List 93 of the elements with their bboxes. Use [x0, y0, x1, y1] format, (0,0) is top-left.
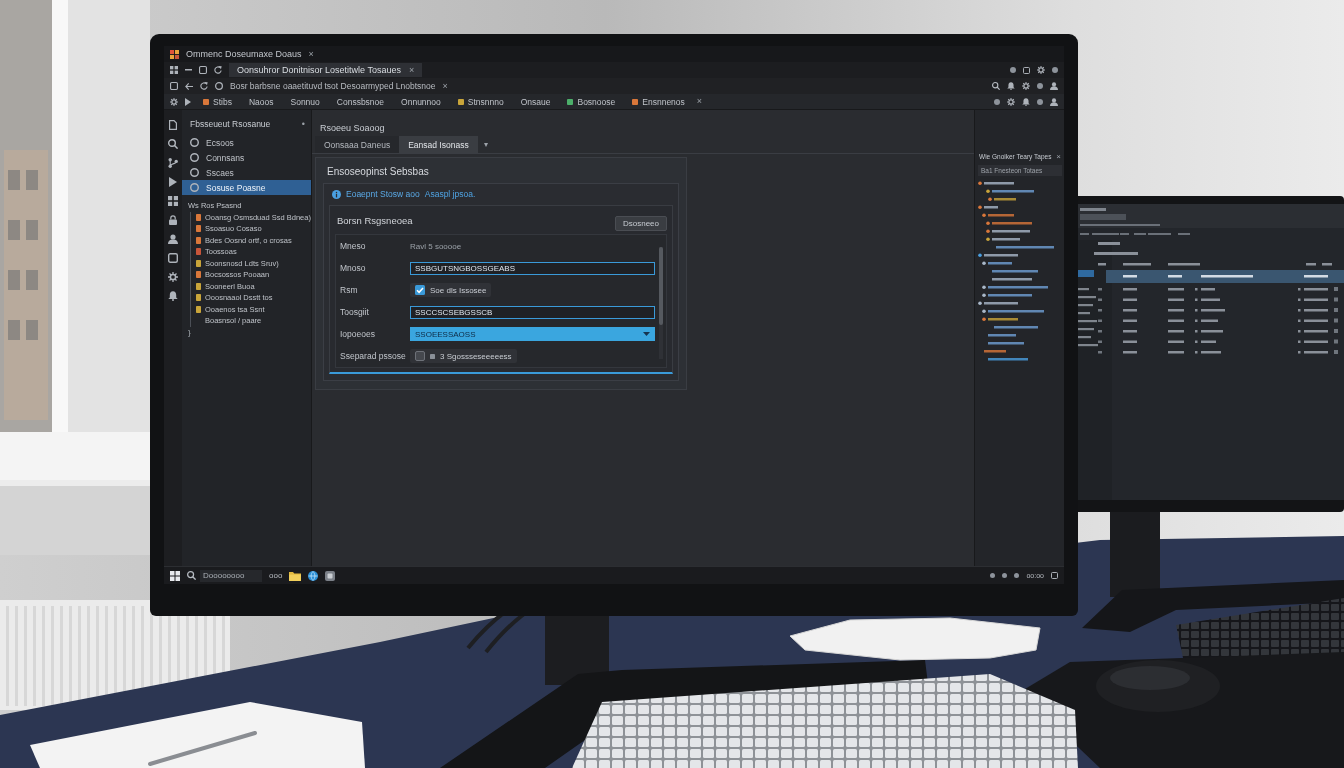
squares-logo-icon — [170, 49, 179, 59]
close-button[interactable]: × — [696, 97, 703, 106]
search-icon[interactable] — [168, 139, 178, 149]
close-button[interactable]: × — [408, 65, 415, 75]
search-icon[interactable] — [992, 82, 1000, 90]
panel-title: Ensoseopinst Sebsbas — [326, 165, 430, 179]
menu-item[interactable]: Ensnnenos — [627, 96, 690, 107]
field-label: Iopoeoes — [340, 329, 376, 339]
text-field[interactable]: SSCCSCSEBGSSCB — [410, 305, 655, 319]
taskbar-label: ooo — [269, 571, 283, 580]
bell-icon[interactable] — [168, 291, 178, 301]
close-button[interactable]: × — [442, 81, 448, 91]
sidebar-item[interactable]: Sosuse Poasne — [182, 180, 311, 195]
square-icon — [1051, 572, 1058, 579]
square-icon[interactable] — [170, 82, 178, 90]
close-button[interactable]: × — [1056, 152, 1061, 161]
tab-menu-button[interactable]: ▾ — [477, 136, 494, 153]
search-icon[interactable] — [187, 571, 196, 580]
sidebar-title: Fbsseueut Rsosanue — [190, 119, 271, 129]
menu-item[interactable]: Sonnuo — [285, 96, 325, 107]
circle-icon[interactable] — [1010, 67, 1016, 73]
square-icon[interactable] — [1023, 66, 1030, 74]
ring-icon[interactable] — [215, 82, 223, 90]
sidebar-item[interactable]: Ecsoos — [182, 135, 311, 150]
circle-icon[interactable] — [1052, 67, 1058, 73]
document-icon[interactable] — [169, 120, 177, 130]
circle-icon[interactable] — [1037, 98, 1043, 105]
notice-link[interactable]: Asaspl jpsoa. — [424, 189, 476, 199]
setting-value: Ravl 5 sooooe — [410, 241, 462, 251]
field-label: Mnoso — [340, 263, 367, 273]
close-button[interactable]: × — [308, 49, 314, 59]
globe-icon[interactable] — [308, 570, 319, 581]
field-label: Toosgiit — [340, 307, 370, 317]
checkbox[interactable] — [415, 285, 425, 295]
play-icon[interactable] — [169, 177, 177, 187]
section-title: Rsoeeu Soaoog — [320, 123, 385, 133]
person-icon[interactable] — [1050, 82, 1058, 90]
lock-icon[interactable] — [169, 215, 177, 225]
play-icon[interactable] — [185, 97, 191, 106]
minus-icon[interactable] — [185, 69, 192, 71]
left-arrow-icon[interactable] — [185, 82, 193, 90]
app-tile-icon[interactable] — [325, 570, 336, 581]
grid-icon[interactable] — [168, 196, 178, 206]
file-path-text: Bosr barbsne oaaetituvd tsot Desoarmyped Lnobtsnoe — [230, 81, 436, 91]
sidebar-item[interactable]: Connsans — [182, 150, 311, 165]
field-label: Rsm — [340, 285, 359, 295]
action-button[interactable]: Dsosneeo — [614, 216, 667, 231]
square-icon[interactable] — [199, 66, 207, 74]
circle-icon[interactable] — [1037, 83, 1043, 89]
info-icon — [332, 189, 341, 199]
menu-item[interactable]: Naoos — [243, 96, 279, 107]
grid-icon[interactable] — [170, 66, 178, 74]
menu-item[interactable]: Stnsnnno — [452, 96, 509, 107]
gear-icon[interactable] — [168, 272, 178, 282]
bell-icon[interactable] — [1022, 97, 1030, 106]
menu-item[interactable]: Conssbsnoe — [331, 96, 390, 107]
sidebar-item[interactable]: Sscaes — [182, 165, 311, 180]
field-label: Mneso — [340, 241, 367, 251]
tab[interactable]: Oonsuhror Donitnisor Losetitwle Tosaues × — [229, 63, 423, 77]
bell-icon[interactable] — [1007, 82, 1015, 90]
gear-icon[interactable] — [1022, 82, 1030, 90]
caret-icon — [643, 332, 650, 336]
circle-icon — [1002, 573, 1008, 578]
checkbox[interactable] — [415, 351, 425, 361]
square-icon[interactable] — [168, 253, 178, 263]
branch-icon[interactable] — [168, 158, 178, 168]
notice-text: Eoaepnt Stosw aoo — [346, 189, 420, 199]
folder-icon[interactable] — [289, 570, 302, 581]
person-icon[interactable] — [1050, 97, 1058, 106]
menu-item[interactable]: Onsaue — [515, 96, 556, 107]
window-title: Ommenc Doseumaxe Doaus — [186, 49, 302, 59]
group-title: Borsn Rsgsneoea — [336, 215, 413, 226]
text-field[interactable]: SSBGUTSNGBOSSGEABS — [410, 261, 655, 275]
dropdown[interactable]: SSOEESSAOSS — [410, 327, 655, 341]
tab[interactable]: Eansad Isonass — [399, 136, 478, 153]
tab[interactable]: Oonsaaa Daneus — [315, 136, 400, 153]
menu-item[interactable]: Bosnoose — [562, 96, 621, 107]
field-label: Sseparad pssose — [340, 351, 407, 361]
code-text: } — [187, 327, 192, 339]
gear-icon[interactable] — [1037, 66, 1045, 74]
circle-icon — [990, 573, 996, 578]
start-icon[interactable] — [170, 570, 180, 581]
close-button[interactable]: • — [301, 119, 305, 129]
person-icon[interactable] — [168, 234, 178, 244]
menu-item[interactable]: Stibs — [198, 96, 237, 107]
gear-icon[interactable] — [1007, 97, 1015, 106]
checkbox-option[interactable]: Soe dls Issosee — [410, 283, 492, 297]
menu-item[interactable]: Onnunnoo — [396, 96, 446, 107]
circle-icon — [1014, 573, 1020, 578]
gear-icon[interactable] — [170, 97, 178, 106]
checkbox-option[interactable]: 3 Sgossseseeeeess — [410, 349, 517, 363]
circle-icon[interactable] — [994, 98, 1000, 105]
search-field[interactable]: Doooooooo — [200, 569, 262, 582]
